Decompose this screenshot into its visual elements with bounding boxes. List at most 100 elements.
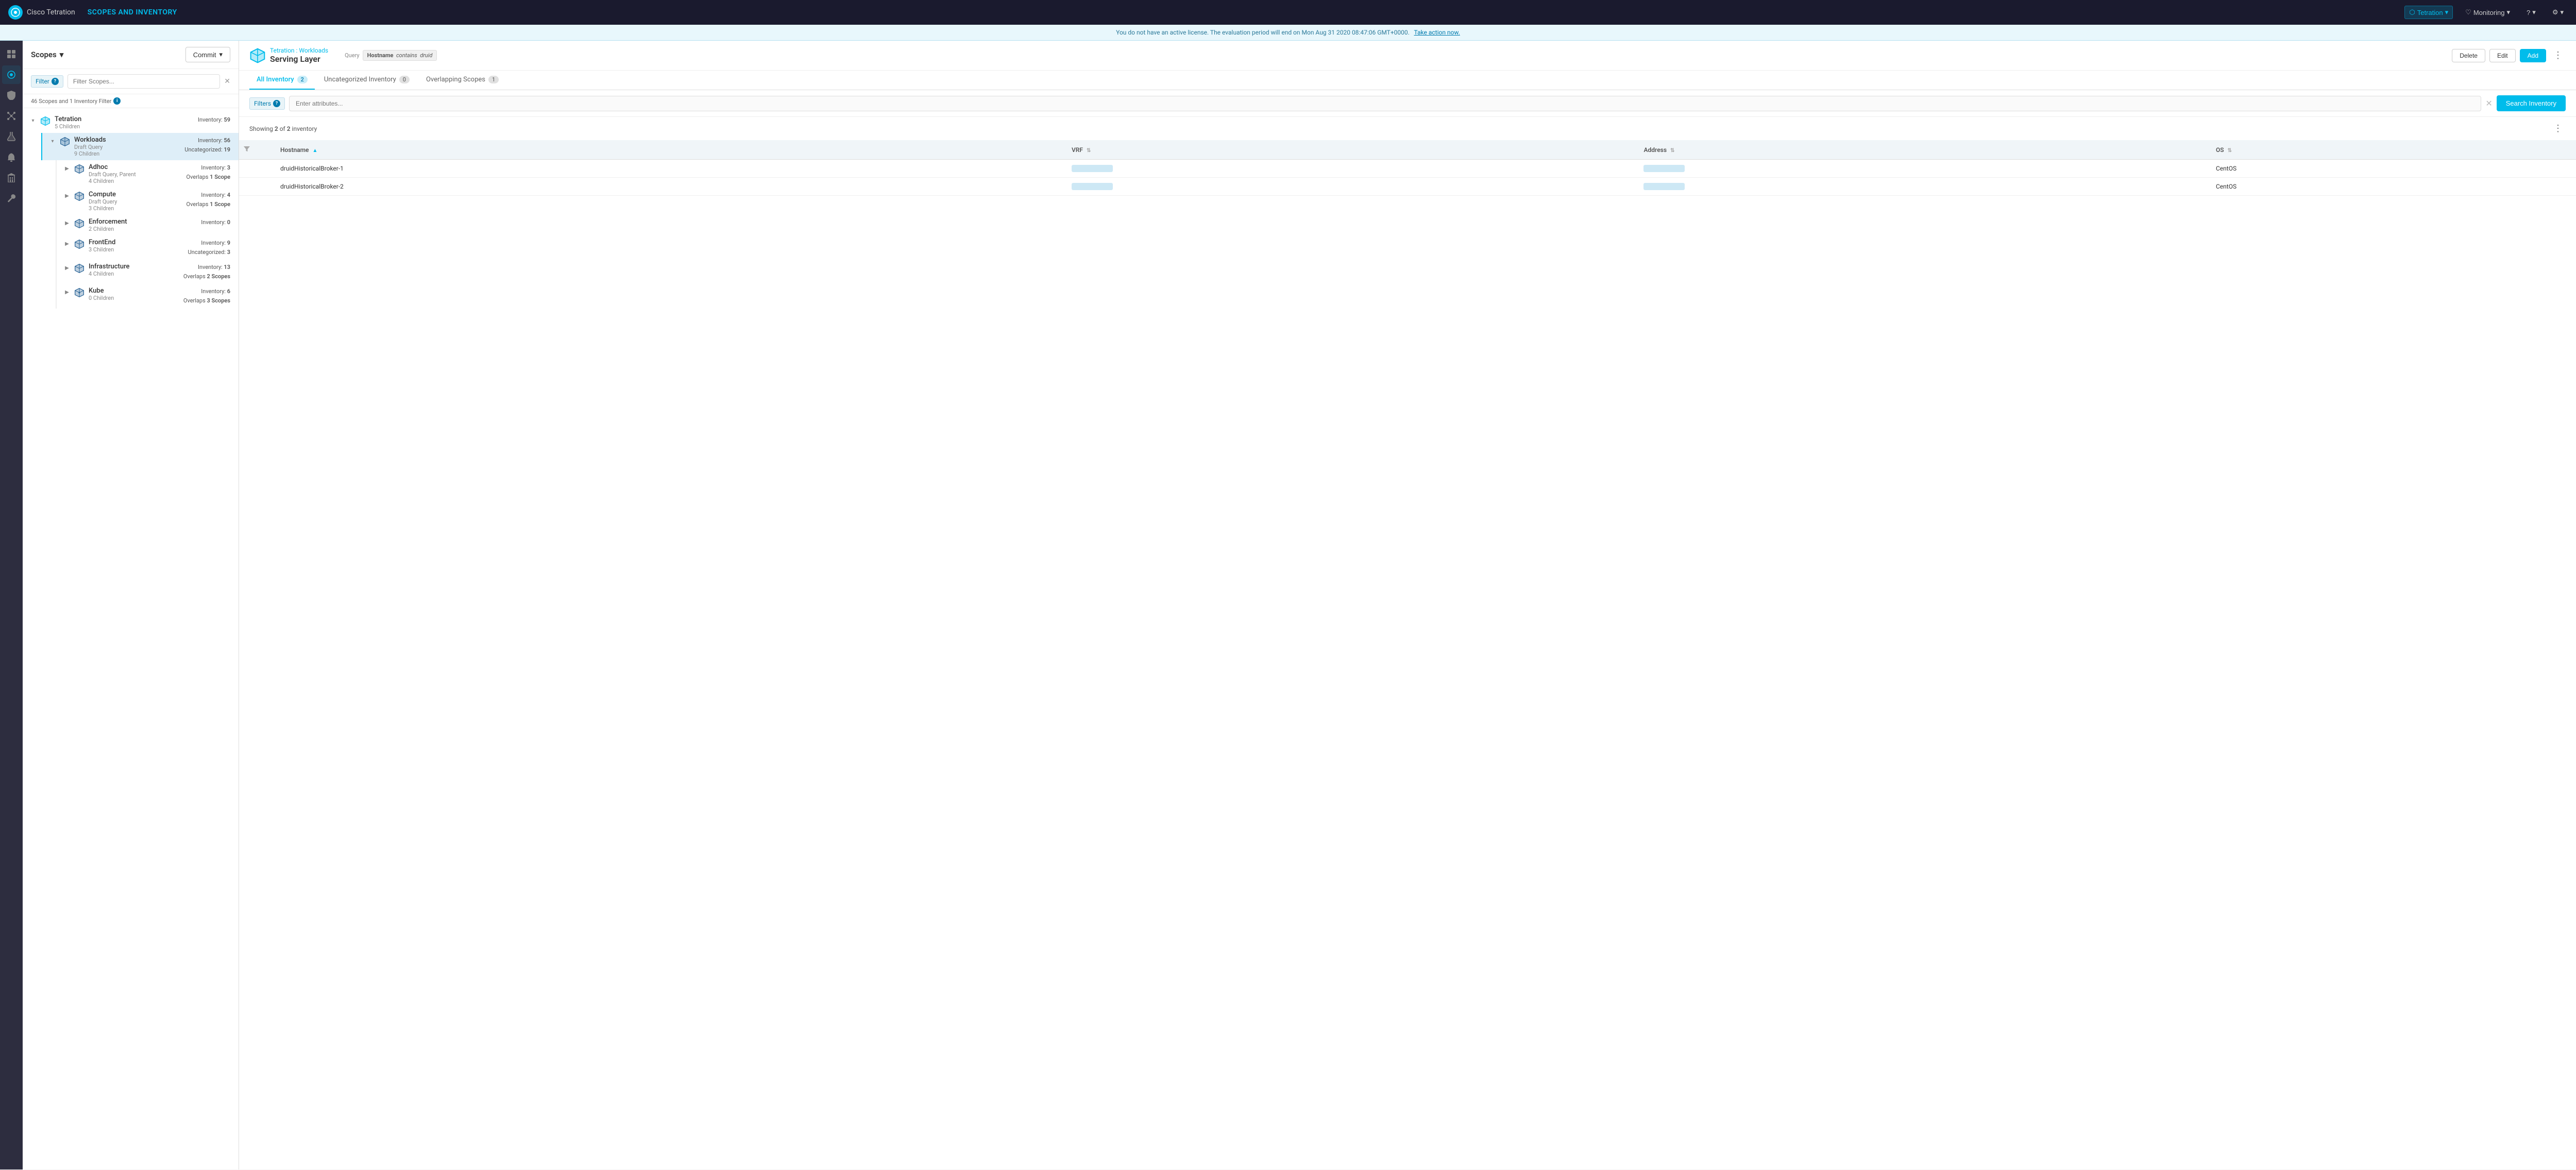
icon-sidebar	[0, 41, 23, 1169]
query-op: contains	[396, 52, 417, 59]
scope-name-frontend: FrontEnd	[89, 239, 185, 246]
scope-sub-workloads: Draft Query	[74, 144, 181, 150]
scopes-list: ▾ Tetration 5 Children Inventory: 59	[23, 108, 239, 1169]
content-header-left: Tetration : Workloads Serving Layer Quer…	[249, 47, 437, 64]
scope-toggle-frontend[interactable]: ▶	[63, 240, 71, 248]
tab-all-inventory-count: 2	[297, 76, 308, 83]
scope-stats-tetration: Inventory: 59	[198, 115, 230, 125]
gear-icon: ⚙	[2552, 8, 2558, 16]
sidebar-network-icon[interactable]	[2, 107, 21, 125]
scope-toggle-workloads[interactable]: ▾	[48, 137, 57, 145]
scope-name-enforcement: Enforcement	[89, 218, 198, 226]
scope-item-compute[interactable]: ▶ Compute Draft Query 3 Children	[56, 188, 239, 215]
scope-item-tetration[interactable]: ▾ Tetration 5 Children Inventory: 59	[23, 112, 239, 133]
row2-os: CentOS	[2208, 178, 2576, 196]
scopes-info: 46 Scopes and 1 Inventory Filter i	[23, 94, 239, 108]
scope-stats-frontend: Inventory: 9 Uncategorized: 3	[188, 239, 230, 257]
query-badge: Query Hostname contains druid	[345, 50, 437, 61]
hostname-column-header[interactable]: Hostname ▲	[272, 140, 1063, 160]
scope-icon-workloads	[60, 137, 71, 148]
os-column-header[interactable]: OS ⇅	[2208, 140, 2576, 160]
logo: Cisco Tetration	[8, 5, 75, 20]
scope-stats-enforcement: Inventory: 0	[201, 218, 230, 227]
sidebar-flask-icon[interactable]	[2, 127, 21, 146]
help-chevron-icon: ▾	[2532, 8, 2536, 16]
scope-name-workloads: Workloads	[74, 136, 181, 144]
settings-button[interactable]: ⚙ ▾	[2548, 6, 2568, 19]
table-row: druidHistoricalBroker-2 CentOS	[239, 178, 2576, 196]
scope-item-kube[interactable]: ▶ Kube 0 Children	[56, 284, 239, 308]
scope-item-adhoc[interactable]: ▶ Adhoc Draft Query, Parent 4 Children	[56, 160, 239, 188]
scope-info-tetration: Tetration 5 Children	[55, 115, 195, 130]
scope-sub-kube: 0 Children	[89, 295, 180, 301]
tenant-button[interactable]: ⬡ Tetration ▾	[2404, 6, 2453, 19]
monitoring-button[interactable]: ♡ Monitoring ▾	[2461, 6, 2514, 19]
commit-dropdown-icon: ▾	[219, 50, 223, 59]
sidebar-dashboard-icon[interactable]	[2, 45, 21, 63]
tab-all-inventory[interactable]: All Inventory 2	[249, 71, 315, 90]
filter-badge[interactable]: Filter ?	[31, 75, 63, 88]
tenant-icon: ⬡	[2409, 8, 2415, 16]
attr-clear-icon[interactable]: ✕	[2485, 98, 2492, 108]
scope-stats-compute: Inventory: 4 Overlaps 1 Scope	[187, 191, 230, 209]
scope-item-enforcement[interactable]: ▶ Enforcement 2 Children	[56, 215, 239, 235]
table-more-options-button[interactable]: ⋮	[2550, 122, 2566, 135]
delete-button[interactable]: Delete	[2452, 49, 2485, 62]
filter-row: Filter ? ✕	[23, 69, 239, 94]
vrf-sort-icon: ⇅	[1087, 148, 1091, 154]
sidebar-building-icon[interactable]	[2, 168, 21, 187]
monitoring-label: Monitoring	[2473, 9, 2505, 16]
scope-toggle-tetration[interactable]: ▾	[29, 116, 37, 125]
row2-address	[1635, 178, 2208, 196]
scope-sub-infrastructure: 4 Children	[89, 270, 180, 277]
filters-badge[interactable]: Filters ?	[249, 97, 285, 110]
scopes-panel: Scopes ▾ Commit ▾ Filter ? ✕ 46 Scopes a…	[23, 41, 239, 1169]
content-header: Tetration : Workloads Serving Layer Quer…	[239, 41, 2576, 71]
row1-address	[1635, 160, 2208, 178]
filter-bar: Filters ? ✕ Search Inventory	[239, 90, 2576, 117]
scope-stats-workloads: Inventory: 56 Uncategorized: 19	[184, 136, 230, 154]
breadcrumb[interactable]: Tetration : Workloads	[270, 47, 328, 54]
scope-toggle-infrastructure[interactable]: ▶	[63, 264, 71, 272]
edit-button[interactable]: Edit	[2489, 49, 2516, 62]
logo-text: Cisco Tetration	[27, 8, 75, 16]
content-header-right: Delete Edit Add ⋮	[2452, 49, 2566, 62]
tab-overlapping-scopes[interactable]: Overlapping Scopes 1	[419, 71, 506, 90]
more-options-button[interactable]: ⋮	[2550, 49, 2566, 62]
row2-filter-cell	[239, 178, 272, 196]
scopes-title[interactable]: Scopes ▾	[31, 50, 63, 59]
scope-icon-compute	[74, 191, 86, 202]
scope-item-frontend[interactable]: ▶ FrontEnd 3 Children	[56, 235, 239, 260]
sidebar-scopes-icon[interactable]	[2, 65, 21, 84]
sidebar-bell-icon[interactable]	[2, 148, 21, 166]
scope-toggle-adhoc[interactable]: ▶	[63, 164, 71, 173]
scope-item-workloads[interactable]: ▾ Workloads Draft Query 9 Children	[41, 133, 239, 160]
address-column-header[interactable]: Address ⇅	[1635, 140, 2208, 160]
row2-vrf	[1063, 178, 1636, 196]
scope-toggle-compute[interactable]: ▶	[63, 192, 71, 200]
row1-os: CentOS	[2208, 160, 2576, 178]
sidebar-wrench-icon[interactable]	[2, 189, 21, 208]
scope-item-infrastructure[interactable]: ▶ Infrastructure 4 Children	[56, 260, 239, 284]
monitoring-icon: ♡	[2465, 8, 2471, 16]
tab-uncategorized-inventory[interactable]: Uncategorized Inventory 0	[317, 71, 417, 90]
add-button[interactable]: Add	[2520, 49, 2546, 62]
filter-scopes-input[interactable]	[67, 74, 220, 89]
scope-toggle-kube[interactable]: ▶	[63, 288, 71, 296]
commit-button[interactable]: Commit ▾	[185, 47, 230, 62]
license-action-link[interactable]: Take action now.	[1414, 29, 1460, 36]
scope-toggle-enforcement[interactable]: ▶	[63, 219, 71, 227]
attributes-input[interactable]	[289, 96, 2481, 111]
filter-clear-icon[interactable]: ✕	[224, 77, 230, 86]
sidebar-shield-icon[interactable]	[2, 86, 21, 105]
help-button[interactable]: ? ▾	[2522, 6, 2540, 19]
row1-vrf	[1063, 160, 1636, 178]
scope-info-frontend: FrontEnd 3 Children	[89, 239, 185, 253]
vrf-column-header[interactable]: VRF ⇅	[1063, 140, 1636, 160]
tab-all-inventory-label: All Inventory	[257, 76, 294, 83]
settings-chevron-icon: ▾	[2560, 8, 2564, 16]
scope-sub2-compute: 3 Children	[89, 205, 183, 212]
search-inventory-button[interactable]: Search Inventory	[2497, 95, 2566, 111]
filters-help-icon: ?	[273, 100, 280, 107]
scope-info-enforcement: Enforcement 2 Children	[89, 218, 198, 232]
